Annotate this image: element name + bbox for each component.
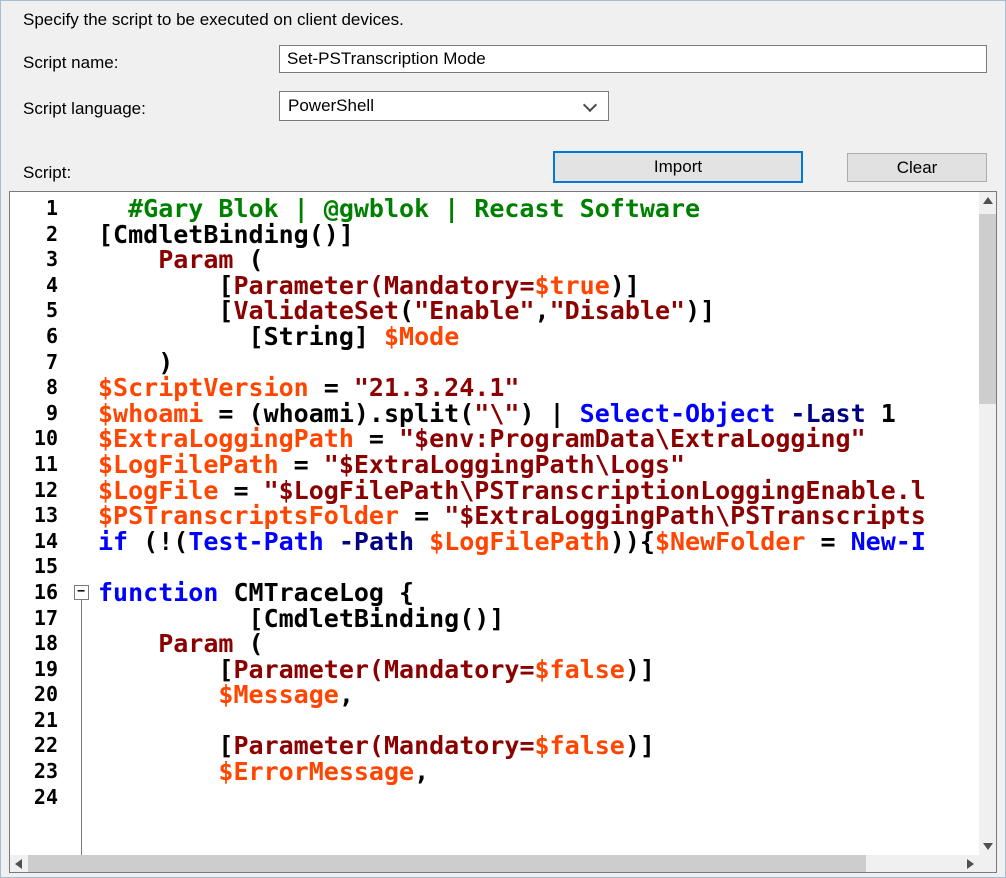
code-line xyxy=(98,785,979,811)
scroll-down-arrow-icon[interactable] xyxy=(979,838,996,855)
code-area[interactable]: #Gary Blok | @gwblok | Recast Software[C… xyxy=(94,192,979,855)
chevron-down-icon xyxy=(583,98,597,112)
fold-cell xyxy=(68,554,94,580)
line-number: 3 xyxy=(10,247,58,273)
line-number: 18 xyxy=(10,631,58,657)
script-code-editor[interactable]: 123456789101112131415161718192021222324 … xyxy=(9,191,997,873)
line-number: 14 xyxy=(10,529,58,555)
fold-collapse-icon[interactable]: − xyxy=(74,585,89,600)
fold-cell xyxy=(68,426,94,452)
code-line: $whoami = (whoami).split("\") | Select-O… xyxy=(98,401,979,427)
horizontal-scrollbar[interactable] xyxy=(10,855,979,872)
code-line: $ScriptVersion = "21.3.24.1" xyxy=(98,375,979,401)
line-number: 4 xyxy=(10,273,58,299)
code-line: [Parameter(Mandatory=$false)] xyxy=(98,657,979,683)
fold-cell xyxy=(68,401,94,427)
code-line: $ExtraLoggingPath = "$env:ProgramData\Ex… xyxy=(98,426,979,452)
line-number: 9 xyxy=(10,401,58,427)
scrollbar-corner xyxy=(979,855,996,872)
line-number: 8 xyxy=(10,375,58,401)
script-language-value: PowerShell xyxy=(288,96,374,116)
code-line: function CMTraceLog { xyxy=(98,580,979,606)
fold-cell xyxy=(68,222,94,248)
line-number: 23 xyxy=(10,759,58,785)
fold-cell xyxy=(68,247,94,273)
fold-cell xyxy=(68,375,94,401)
code-line: [CmdletBinding()] xyxy=(98,222,979,248)
line-number-gutter: 123456789101112131415161718192021222324 xyxy=(10,192,68,855)
code-line: Param ( xyxy=(98,247,979,273)
editor-content[interactable]: 123456789101112131415161718192021222324 … xyxy=(10,192,979,855)
code-line: #Gary Blok | @gwblok | Recast Software xyxy=(98,196,979,222)
fold-cell xyxy=(68,503,94,529)
code-line: Param ( xyxy=(98,631,979,657)
code-line: [ValidateSet("Enable","Disable")] xyxy=(98,298,979,324)
fold-cell xyxy=(68,324,94,350)
line-number: 2 xyxy=(10,222,58,248)
fold-cell xyxy=(68,452,94,478)
create-script-dialog: Specify the script to be executed on cli… xyxy=(0,0,1006,878)
script-language-label: Script language: xyxy=(23,99,146,119)
line-number: 24 xyxy=(10,785,58,811)
code-line: $Message, xyxy=(98,682,979,708)
vertical-scrollbar-thumb[interactable] xyxy=(979,214,996,404)
line-number: 15 xyxy=(10,554,58,580)
import-button[interactable]: Import xyxy=(553,151,803,183)
line-number: 16 xyxy=(10,580,58,606)
scroll-left-arrow-icon[interactable] xyxy=(10,855,27,872)
fold-guide-line xyxy=(81,600,82,855)
fold-cell xyxy=(68,298,94,324)
line-number: 19 xyxy=(10,657,58,683)
line-number: 21 xyxy=(10,708,58,734)
fold-margin: − xyxy=(68,192,94,855)
script-label: Script: xyxy=(23,163,71,183)
line-number: 20 xyxy=(10,682,58,708)
code-line: $LogFile = "$LogFilePath\PSTranscription… xyxy=(98,478,979,504)
code-line: $ErrorMessage, xyxy=(98,759,979,785)
instruction-text: Specify the script to be executed on cli… xyxy=(23,10,404,30)
line-number: 5 xyxy=(10,298,58,324)
vertical-scrollbar[interactable] xyxy=(979,192,996,855)
fold-cell xyxy=(68,529,94,555)
scroll-right-arrow-icon[interactable] xyxy=(962,855,979,872)
line-number: 11 xyxy=(10,452,58,478)
script-name-label: Script name: xyxy=(23,53,118,73)
fold-cell xyxy=(68,478,94,504)
line-number: 13 xyxy=(10,503,58,529)
horizontal-scrollbar-thumb[interactable] xyxy=(28,855,866,872)
code-line: $PSTranscriptsFolder = "$ExtraLoggingPat… xyxy=(98,503,979,529)
line-number: 17 xyxy=(10,606,58,632)
fold-cell xyxy=(68,273,94,299)
code-line xyxy=(98,708,979,734)
line-number: 12 xyxy=(10,478,58,504)
code-line: $LogFilePath = "$ExtraLoggingPath\Logs" xyxy=(98,452,979,478)
line-number: 1 xyxy=(10,196,58,222)
code-line: ) xyxy=(98,350,979,376)
line-number: 22 xyxy=(10,733,58,759)
code-line: [Parameter(Mandatory=$true)] xyxy=(98,273,979,299)
code-line xyxy=(98,554,979,580)
line-number: 6 xyxy=(10,324,58,350)
code-line: if (!(Test-Path -Path $LogFilePath)){$Ne… xyxy=(98,529,979,555)
scroll-up-arrow-icon[interactable] xyxy=(979,192,996,209)
line-number: 10 xyxy=(10,426,58,452)
fold-cell xyxy=(68,350,94,376)
code-line: [Parameter(Mandatory=$false)] xyxy=(98,733,979,759)
code-line: [CmdletBinding()] xyxy=(98,606,979,632)
clear-button[interactable]: Clear xyxy=(847,153,987,182)
script-language-dropdown[interactable]: PowerShell xyxy=(279,91,609,121)
line-number: 7 xyxy=(10,350,58,376)
fold-cell xyxy=(68,196,94,222)
script-name-input[interactable] xyxy=(279,45,987,73)
code-line: [String] $Mode xyxy=(98,324,979,350)
